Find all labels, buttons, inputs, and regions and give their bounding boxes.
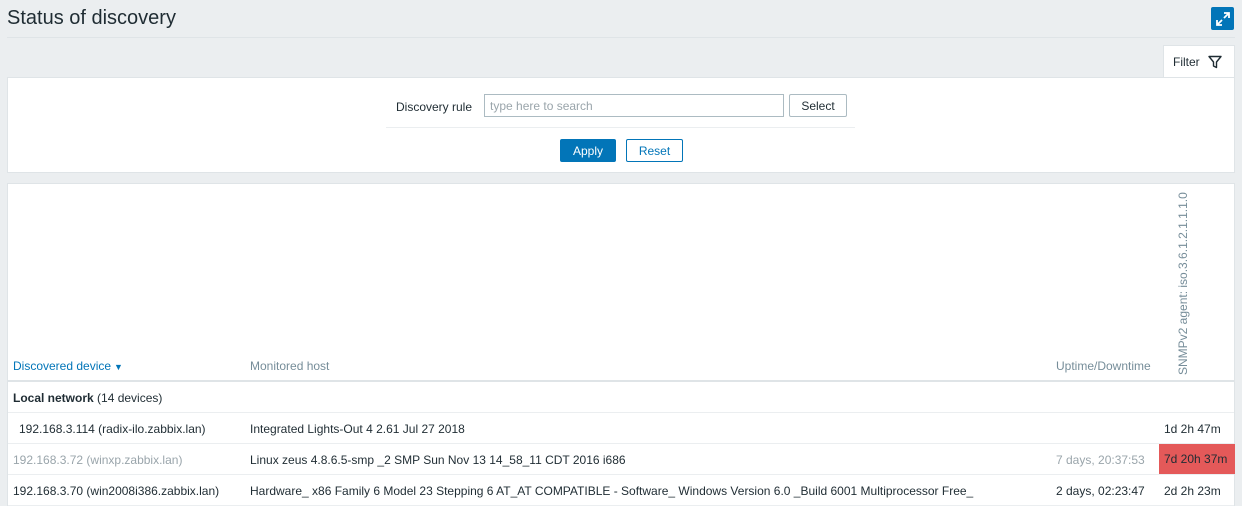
monitored-host: Integrated Lights-Out 4 2.61 Jul 27 2018 bbox=[250, 422, 465, 436]
uptime: 2 days, 02:23:47 bbox=[1056, 484, 1145, 498]
check-status: 7d 20h 37m bbox=[1164, 452, 1228, 466]
column-header-snmp-check: SNMPv2 agent: iso.3.6.1.2.1.1.1.0 bbox=[1176, 192, 1190, 375]
monitored-host: Hardware_ x86 Family 6 Model 23 Stepping… bbox=[250, 484, 974, 498]
table-row: 192.168.3.114 (radix-ilo.zabbix.lan) Int… bbox=[8, 413, 1234, 444]
check-status-down: 7d 20h 37m bbox=[1159, 444, 1235, 474]
fullscreen-button[interactable] bbox=[1211, 7, 1234, 30]
column-header-monitored-host: Monitored host bbox=[250, 359, 330, 373]
filter-tab[interactable]: Filter bbox=[1163, 45, 1235, 78]
group-row: Local network (14 devices) bbox=[8, 382, 1234, 413]
discovered-device: 192.168.3.72 (winxp.zabbix.lan) bbox=[13, 453, 183, 467]
uptime: 7 days, 20:37:53 bbox=[1056, 453, 1145, 467]
discovery-rule-label: Discovery rule bbox=[396, 100, 473, 114]
filter-tab-label: Filter bbox=[1173, 55, 1200, 69]
group-name: Local network (14 devices) bbox=[13, 391, 163, 405]
check-status: 2d 2h 23m bbox=[1164, 484, 1221, 498]
discovered-device: 192.168.3.114 (radix-ilo.zabbix.lan) bbox=[19, 422, 206, 436]
funnel-icon bbox=[1207, 55, 1222, 69]
reset-button[interactable]: Reset bbox=[626, 139, 683, 162]
sort-down-icon: ▼ bbox=[114, 362, 123, 372]
page-title: Status of discovery bbox=[7, 7, 176, 29]
column-header-discovered-device[interactable]: Discovered device ▼ bbox=[13, 359, 123, 373]
table-row: 192.168.3.72 (winxp.zabbix.lan) Linux ze… bbox=[8, 444, 1235, 475]
column-header-uptime: Uptime/Downtime bbox=[1056, 359, 1151, 373]
monitored-host: Linux zeus 4.8.6.5-smp _2 SMP Sun Nov 13… bbox=[250, 453, 626, 467]
discovered-device: 192.168.3.70 (win2008i386.zabbix.lan) bbox=[13, 484, 220, 498]
column-header-device-label: Discovered device bbox=[13, 359, 112, 373]
table-row: 192.168.3.70 (win2008i386.zabbix.lan) Ha… bbox=[8, 475, 1234, 506]
check-status: 1d 2h 47m bbox=[1164, 422, 1221, 436]
select-button[interactable]: Select bbox=[789, 94, 847, 117]
title-divider bbox=[7, 37, 1235, 38]
apply-button[interactable]: Apply bbox=[560, 139, 616, 162]
discovery-table: Discovered device ▼ Monitored host Uptime… bbox=[7, 183, 1235, 506]
filter-row-discovery-rule: Discovery rule Select bbox=[386, 93, 855, 128]
filter-panel: Discovery rule Select Apply Reset bbox=[7, 77, 1235, 173]
fullscreen-expand-icon bbox=[1215, 11, 1230, 26]
discovery-rule-input[interactable] bbox=[484, 94, 784, 117]
group-count: (14 devices) bbox=[97, 391, 163, 405]
